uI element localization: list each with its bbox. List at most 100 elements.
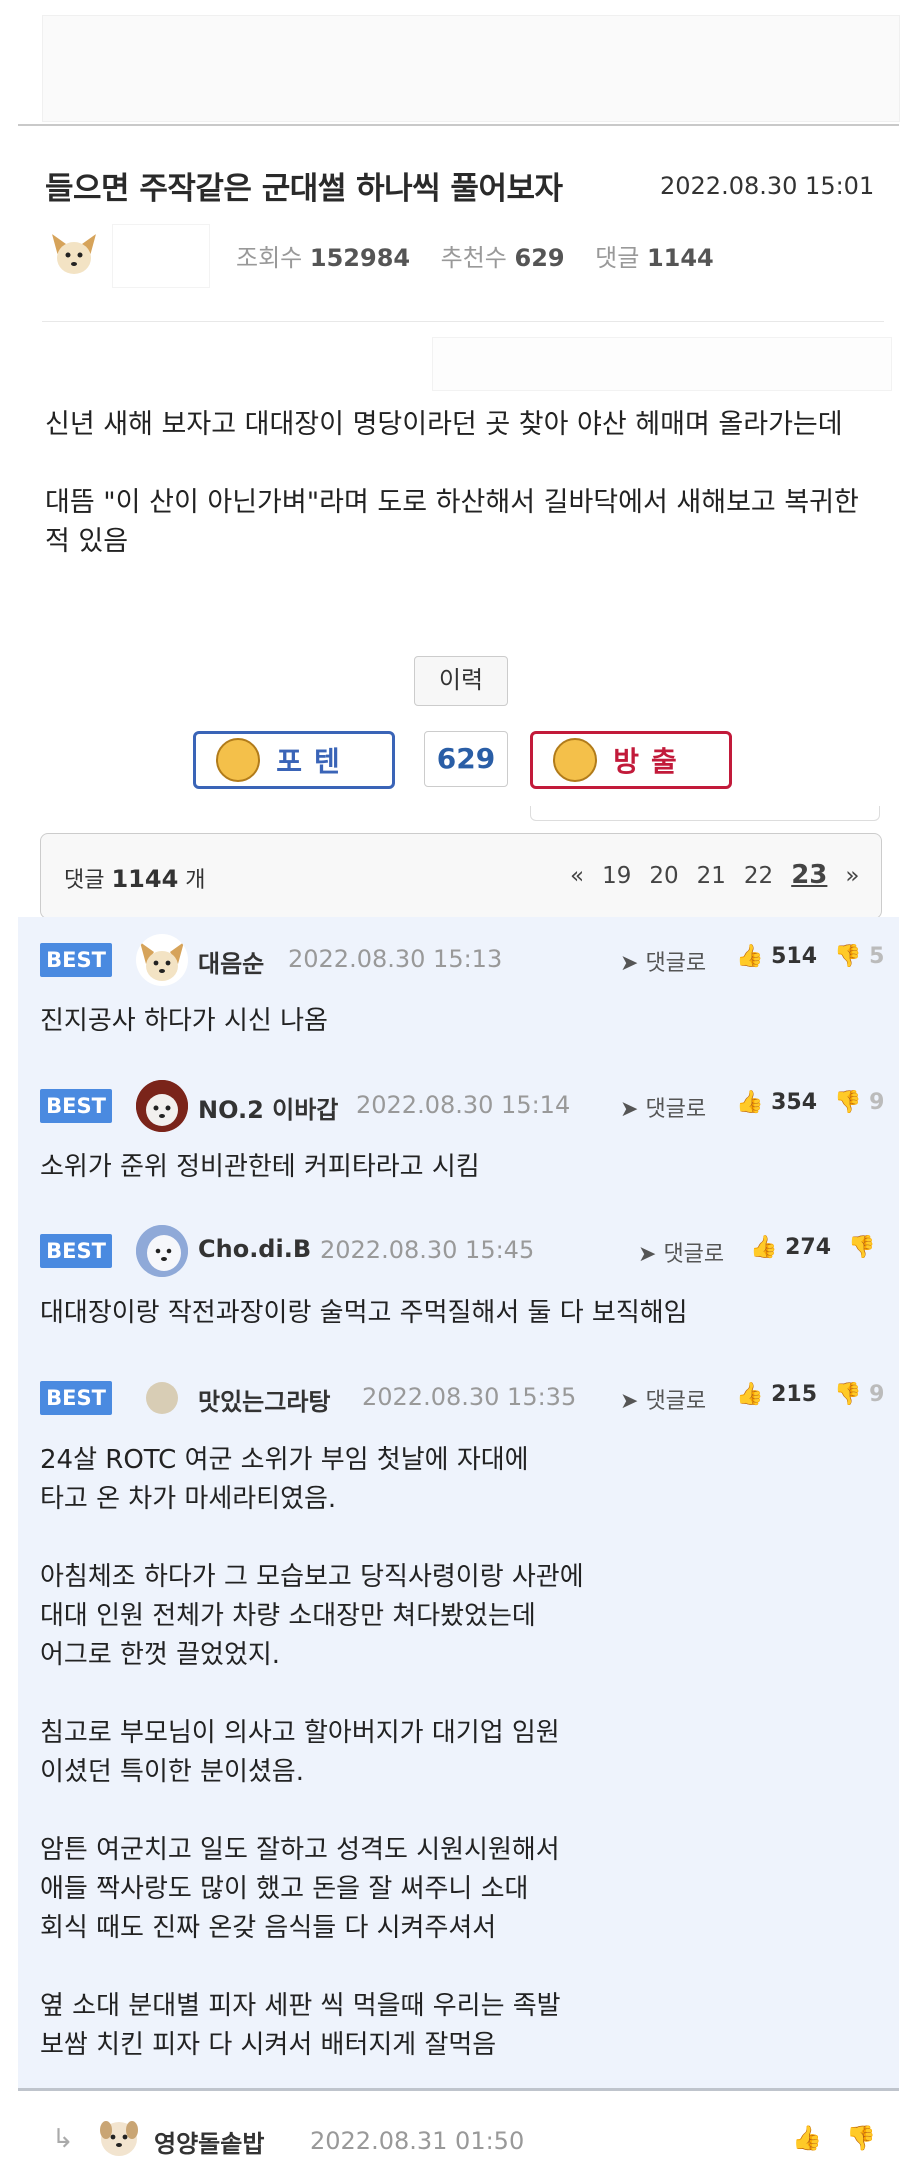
reply-label: 댓글로 [645,1097,707,1122]
like-button[interactable]: 👍 354 [736,1090,817,1115]
recommends-label: 추천수 [440,244,507,272]
dog-avatar-icon [52,234,96,274]
comment-count-label: 댓글 1144 개 [64,862,206,894]
comment-text: 소위가 준위 정비관한테 커피타라고 시킴 [40,1152,480,1182]
reply-like-button[interactable]: 👍 [792,2124,822,2152]
reply-button[interactable]: ➤ 댓글로 [620,1091,706,1123]
ad-placeholder [432,337,892,391]
thumbs-down-icon: 👎 [834,1090,862,1115]
reply-button[interactable]: ➤ 댓글로 [620,1383,706,1415]
like-button[interactable]: 👍 514 [736,944,817,969]
thumbs-up-icon: 👍 [736,1382,764,1407]
thumbs-down-icon: 👎 [846,2124,876,2152]
pagination: « 19 20 21 22 23 » [570,860,859,890]
dropdown-stub [530,806,880,821]
post-paragraph: 신년 새해 보자고 대대장이 명당이라던 곳 찾아 야산 헤매며 올라가는데 [45,409,843,440]
page-19-link[interactable]: 19 [602,863,631,889]
white-dog-avatar-icon [136,1225,188,1277]
like-count: 354 [771,1090,818,1115]
like-button[interactable]: 👍 215 [736,1382,817,1407]
post-paragraph: 대뜸 "이 산이 아닌가벼"라며 도로 하산해서 길바닥에서 새해보고 복귀한 … [45,487,859,557]
comment-suffix: 개 [185,868,206,893]
vote-count: 629 [424,731,508,787]
best-badge: BEST [40,1381,112,1415]
dislike-button[interactable]: 👎 5 [834,944,884,969]
reply-arrow-icon: ↳ [52,2124,74,2154]
thumbs-up-icon: 👍 [750,1235,778,1260]
comment-date: 2022.08.30 15:35 [362,1383,577,1411]
page-20-link[interactable]: 20 [649,863,678,889]
best-badge: BEST [40,943,112,977]
dog-avatar-icon [140,942,184,981]
comment-item: BEST Cho.di.B 2022.08.30 15:45 ➤ 댓글로 👍 2… [18,1208,899,1356]
dislike-button[interactable]: 👎 9 [834,1382,884,1407]
comments-count: 1144 [646,244,714,272]
post-body: 신년 새해 보자고 대대장이 명당이라던 곳 찾아 야산 헤매며 올라가는데 대… [45,405,875,561]
comment-date: 2022.08.30 15:14 [356,1091,571,1119]
vote-up-button[interactable]: 포텐 [193,731,395,789]
comment-item: BEST NO.2 이바갑 2022.08.30 15:14 ➤ 댓글로 👍 3… [18,1062,899,1209]
vote-down-button[interactable]: 방출 [530,731,732,789]
history-button[interactable]: 이력 [414,656,508,706]
like-count: 274 [785,1235,832,1260]
commenter-avatar[interactable] [146,1382,178,1414]
vote-up-label: 포텐 [276,745,352,778]
comment-item: BEST 맛있는그라탕 2022.08.30 15:35 ➤ 댓글로 👍 215… [18,1355,899,2089]
dislike-button[interactable]: 👎 9 [834,1090,884,1115]
post-date: 2022.08.30 15:01 [660,172,875,200]
dislike-count: 9 [869,1382,885,1407]
reply-button[interactable]: ➤ 댓글로 [620,945,706,977]
header-divider [18,124,899,126]
best-badge: BEST [40,1234,112,1268]
reply-label: 댓글로 [663,1242,725,1267]
page-next-button[interactable]: » [845,863,859,889]
reply-author-avatar[interactable] [94,2112,144,2162]
thumbs-up-face-icon [216,738,261,782]
page-first-button[interactable]: « [570,863,584,889]
reply-button[interactable]: ➤ 댓글로 [638,1236,724,1268]
like-count: 514 [771,944,818,969]
reply-date: 2022.08.31 01:50 [310,2127,525,2155]
comment-text: 진지공사 하다가 시신 나옴 [40,1006,328,1036]
post-stats: 조회수 152984 추천수 629 댓글 1144 [236,238,714,273]
page-23-current[interactable]: 23 [791,860,827,890]
reply-label: 댓글로 [645,951,707,976]
commenter-name[interactable]: Cho.di.B [198,1235,311,1263]
thumbs-down-face-icon [553,738,598,782]
reply-author-name[interactable]: 영양돌솥밥 [154,2124,264,2159]
commenter-name[interactable]: 맛있는그라탕 [198,1382,330,1417]
puppy-avatar-icon [136,1080,188,1132]
commenter-avatar[interactable] [136,934,188,986]
views-label: 조회수 [236,244,303,272]
author-name-box[interactable] [112,224,210,288]
dislike-button[interactable]: 👎 [848,1235,875,1260]
like-button[interactable]: 👍 274 [750,1235,831,1260]
thumbs-up-icon: 👍 [736,1090,764,1115]
commenter-name[interactable]: 대음순 [198,944,264,979]
comment-date: 2022.08.30 15:13 [288,945,503,973]
dislike-count: 9 [869,1090,885,1115]
top-banner [42,15,900,122]
comment-date: 2022.08.30 15:45 [320,1236,535,1264]
comment-prefix: 댓글 [64,868,105,893]
comment-item: BEST 대음순 2022.08.30 15:13 ➤ 댓글로 👍 514 👎 … [18,917,899,1063]
page-21-link[interactable]: 21 [697,863,726,889]
thumbs-down-icon: 👎 [834,944,862,969]
reply-separator [18,2088,899,2091]
recommends-count: 629 [514,244,565,272]
reply-dislike-button[interactable]: 👎 [846,2124,876,2152]
commenter-avatar[interactable] [136,1080,188,1132]
comments-label: 댓글 [595,244,640,272]
views-count: 152984 [309,244,411,272]
commenter-name[interactable]: NO.2 이바갑 [198,1090,338,1125]
page-22-link[interactable]: 22 [744,863,773,889]
author-avatar[interactable] [46,224,102,280]
divider [42,321,884,322]
reply-label: 댓글로 [645,1389,707,1414]
thumbs-down-icon: 👎 [834,1382,862,1407]
commenter-avatar[interactable] [136,1225,188,1277]
dog-avatar-icon [100,2121,138,2156]
like-count: 215 [771,1382,818,1407]
comment-text: 24살 ROTC 여군 소위가 부임 첫날에 자대에 타고 온 차가 마세라티였… [40,1445,584,2060]
comment-text: 대대장이랑 작전과장이랑 술먹고 주먹질해서 둘 다 보직해임 [40,1298,688,1328]
